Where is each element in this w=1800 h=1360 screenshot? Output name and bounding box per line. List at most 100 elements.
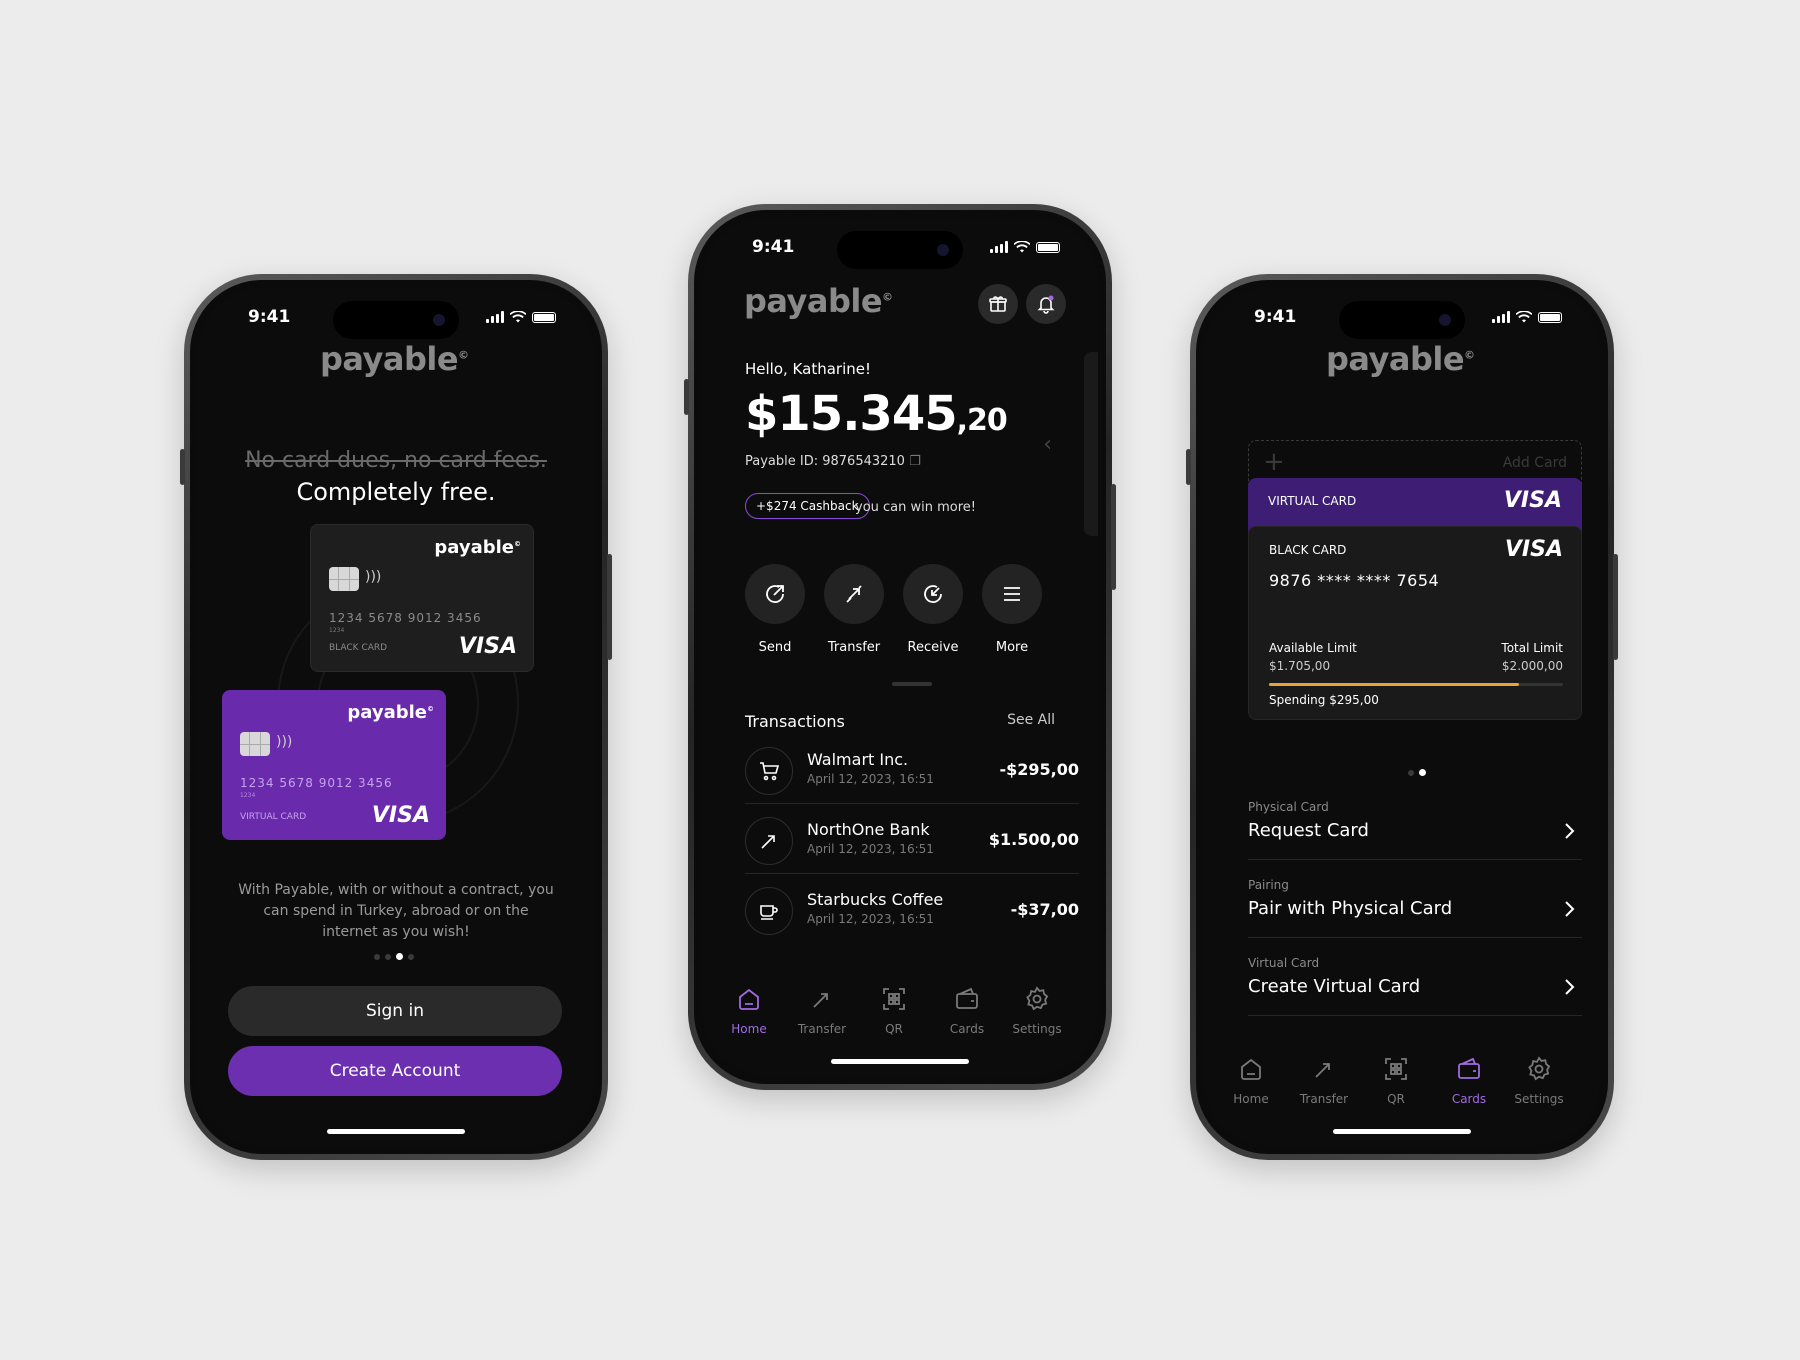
black-card[interactable]: BLACK CARD VISA 9876 **** **** 7654 Avai… <box>1248 526 1582 720</box>
more-action[interactable]: More <box>980 564 1044 655</box>
phone-home: 9:41 payable© Hello, Katharine! $15.345,… <box>684 204 1116 1090</box>
contactless-icon: ))) <box>276 734 293 750</box>
cashback-badge[interactable]: +$274 Cashback <box>745 493 870 519</box>
create-account-button[interactable]: Create Account <box>228 1046 562 1096</box>
qr-icon <box>883 988 905 1010</box>
tab-home[interactable]: Home <box>714 986 784 1036</box>
tab-cards[interactable]: Cards <box>1434 1056 1504 1106</box>
next-card-peek[interactable] <box>1084 352 1098 536</box>
plus-icon: + <box>1263 447 1285 477</box>
status-time: 9:41 <box>248 307 291 327</box>
transaction-row[interactable]: NorthOne Bank April 12, 2023, 16:51 $1.5… <box>745 804 1079 874</box>
tab-transfer[interactable]: Transfer <box>1289 1056 1359 1106</box>
tab-cards[interactable]: Cards <box>932 986 1002 1036</box>
app-logo: payable© <box>320 340 469 378</box>
battery-icon <box>1538 311 1562 323</box>
transfer-action[interactable]: Transfer <box>822 564 886 655</box>
card-type: VIRTUAL CARD <box>240 812 307 822</box>
transfer-icon <box>813 993 828 1008</box>
gift-button[interactable] <box>978 284 1018 324</box>
card-sub-number: 1234 <box>329 627 345 634</box>
tab-qr[interactable]: QR <box>1361 1056 1431 1106</box>
transaction-row[interactable]: Walmart Inc. April 12, 2023, 16:51 -$295… <box>745 734 1079 804</box>
available-limit: $1.705,00 <box>1269 659 1331 673</box>
onboarding-description: With Payable, with or without a contract… <box>238 882 554 940</box>
receive-icon <box>924 585 942 603</box>
menu-icon <box>1004 587 1020 601</box>
card-page-indicator[interactable] <box>1408 769 1426 776</box>
contactless-icon: ))) <box>365 569 382 585</box>
visa-logo: VISA <box>1504 537 1563 562</box>
tab-qr[interactable]: QR <box>859 986 929 1036</box>
status-time: 9:41 <box>1254 307 1297 327</box>
chevron-left-icon[interactable]: ‹ <box>1043 432 1052 457</box>
card-logo: payable© <box>347 702 434 723</box>
tab-settings[interactable]: Settings <box>1504 1056 1574 1106</box>
visa-logo: VISA <box>1503 488 1562 513</box>
wallet-icon <box>956 987 978 1009</box>
receive-action[interactable]: Receive <box>901 564 965 655</box>
status-icons <box>990 241 1060 253</box>
pair-card-option[interactable]: Pairing Pair with Physical Card <box>1248 870 1582 938</box>
battery-icon <box>1036 241 1060 253</box>
transaction-row[interactable]: Starbucks Coffee April 12, 2023, 16:51 -… <box>745 874 1079 944</box>
copy-icon[interactable]: ❐ <box>909 454 921 469</box>
black-card[interactable]: payable© ))) 1234 5678 9012 3456 1234 BL… <box>310 524 534 672</box>
request-card-option[interactable]: Physical Card Request Card <box>1248 792 1582 860</box>
home-indicator <box>1333 1129 1471 1134</box>
sheet-handle[interactable] <box>892 682 932 686</box>
wallet-icon <box>1458 1057 1480 1079</box>
bell-icon <box>1037 295 1055 314</box>
send-action[interactable]: Send <box>743 564 807 655</box>
chip-icon <box>329 567 359 591</box>
sign-in-button[interactable]: Sign in <box>228 986 562 1036</box>
payable-id[interactable]: Payable ID: 9876543210 ❐ <box>745 454 921 469</box>
visa-logo: VISA <box>371 803 430 828</box>
app-logo: payable© <box>1326 340 1475 378</box>
dynamic-island <box>1339 301 1465 339</box>
spending-amount: Spending $295,00 <box>1269 693 1379 707</box>
home-indicator <box>831 1059 969 1064</box>
phone-onboarding: 9:41 payable© No card dues, no card fees… <box>180 274 612 1160</box>
cart-icon <box>760 762 780 781</box>
status-icons <box>1492 311 1562 323</box>
home-icon <box>1241 1058 1261 1080</box>
cards-screen: 9:41 payable© + Add Card VIRTUAL CARD VI… <box>1204 288 1600 1146</box>
chip-icon <box>240 732 270 756</box>
signal-icon <box>1492 311 1510 323</box>
status-time: 9:41 <box>752 237 795 257</box>
tab-settings[interactable]: Settings <box>1002 986 1072 1036</box>
headline: Completely free. <box>296 478 496 506</box>
wifi-icon <box>1516 311 1532 323</box>
wifi-icon <box>1014 241 1030 253</box>
chevron-right-icon <box>1565 901 1575 917</box>
gear-icon <box>1026 986 1049 1011</box>
status-icons <box>486 311 556 323</box>
create-virtual-card-option[interactable]: Virtual Card Create Virtual Card <box>1248 948 1582 1016</box>
card-sub-number: 1234 <box>240 792 256 799</box>
home-indicator <box>327 1129 465 1134</box>
transfer-icon <box>1315 1063 1330 1078</box>
card-number: 1234 5678 9012 3456 <box>240 776 393 790</box>
tab-transfer[interactable]: Transfer <box>787 986 857 1036</box>
card-number: 1234 5678 9012 3456 <box>329 611 482 625</box>
greeting: Hello, Katharine! <box>745 360 871 378</box>
total-limit: $2.000,00 <box>1501 659 1563 673</box>
strike-text: No card dues, no card fees. <box>245 448 547 473</box>
tab-home[interactable]: Home <box>1216 1056 1286 1106</box>
send-icon <box>766 585 784 603</box>
home-screen: 9:41 payable© Hello, Katharine! $15.345,… <box>702 218 1098 1076</box>
onboarding-screen: 9:41 payable© No card dues, no card fees… <box>198 288 594 1146</box>
see-all-link[interactable]: See All <box>1007 712 1055 728</box>
signal-icon <box>486 311 504 323</box>
gift-icon <box>989 296 1007 312</box>
home-icon <box>739 988 759 1010</box>
notifications-button[interactable] <box>1026 284 1066 324</box>
gear-icon <box>1528 1056 1551 1081</box>
coffee-icon <box>760 905 778 920</box>
page-indicator[interactable] <box>374 953 414 960</box>
chevron-right-icon <box>1565 979 1575 995</box>
cashback-note: you can win more! <box>855 500 977 515</box>
virtual-card[interactable]: payable© ))) 1234 5678 9012 3456 1234 VI… <box>222 690 446 840</box>
transfer-icon <box>846 585 862 603</box>
